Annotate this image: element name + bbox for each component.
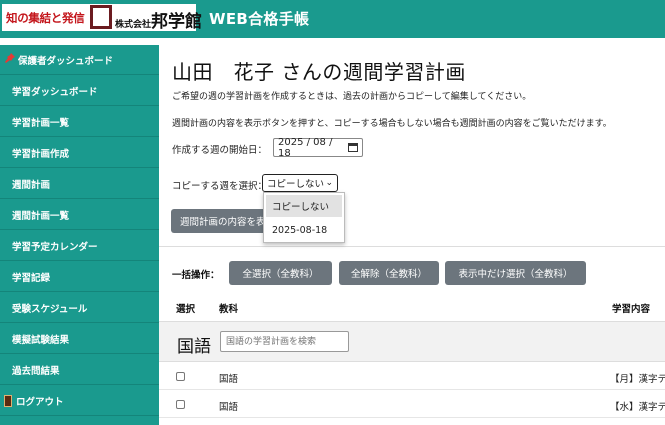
sidebar-item-label: 過去問結果	[12, 365, 60, 377]
sidebar-item-label: 学習計画一覧	[12, 117, 70, 129]
column-header-content: 学習内容	[612, 304, 651, 315]
row-checkbox[interactable]	[176, 400, 185, 409]
column-header-subject: 教科	[219, 304, 239, 315]
row-divider	[159, 417, 665, 418]
sidebar-item-label: 学習計画作成	[12, 148, 70, 160]
top-header: 知の集結と発信 株式会社邦学館 WEB合格手帳	[0, 0, 665, 38]
deselect-all-button[interactable]: 全解除（全教科）	[339, 261, 439, 285]
sidebar-item-plan-list[interactable]: 学習計画一覧	[0, 107, 159, 137]
sidebar-item-past-exam-results[interactable]: 過去問結果	[0, 355, 159, 385]
logo-company: 株式会社邦学館	[115, 7, 202, 32]
show-weekly-plan-label: 週間計画の内容を表示	[180, 217, 276, 228]
door-icon	[4, 394, 12, 407]
start-date-input[interactable]: 2025 / 08 / 18	[273, 136, 363, 159]
copy-week-label: コピーする週を選択：	[172, 181, 268, 192]
sidebar-item-study-record[interactable]: 学習記録	[0, 262, 159, 292]
sidebar-item-weekly-plan[interactable]: 週間計画	[0, 169, 159, 199]
main-content: 山田 花子 さんの週間学習計画 ご希望の週の学習計画を作成するときは、過去の計画…	[159, 38, 665, 425]
start-date-label: 作成する週の開始日：	[172, 145, 268, 156]
select-visible-button[interactable]: 表示中だけ選択（全教科）	[445, 261, 586, 285]
sidebar-item-exam-schedule[interactable]: 受験スケジュール	[0, 293, 159, 323]
app-title: WEB合格手帳	[209, 10, 310, 28]
sidebar-item-weekly-plan-list[interactable]: 週間計画一覧	[0, 200, 159, 230]
dropdown-option-week[interactable]: 2025-08-18	[266, 219, 342, 241]
sidebar-item-label: 週間計画一覧	[12, 210, 70, 222]
sidebar-item-logout[interactable]: ログアウト	[0, 386, 159, 416]
bulk-actions-label: 一括操作：	[172, 270, 220, 281]
sidebar-item-label: 保護者ダッシュボード	[18, 55, 114, 67]
sidebar: 保護者ダッシュボード 学習ダッシュボード 学習計画一覧 学習計画作成 週間計画 …	[0, 45, 159, 425]
description-copy: ご希望の週の学習計画を作成するときは、過去の計画からコピーして編集してください。	[172, 92, 532, 102]
subject-search-input[interactable]	[220, 331, 349, 352]
row-subject: 国語	[219, 374, 239, 385]
sidebar-item-parent-dashboard[interactable]: 保護者ダッシュボード	[0, 45, 159, 75]
dropdown-option-no-copy[interactable]: コピーしない	[266, 195, 342, 217]
select-all-label: 全選択（全教科）	[242, 269, 319, 280]
select-all-button[interactable]: 全選択（全教科）	[229, 261, 332, 285]
row-content: 【水】漢字テ	[610, 402, 665, 413]
sidebar-item-label: 受験スケジュール	[12, 303, 88, 315]
chevron-down-icon: ⌄	[325, 178, 333, 188]
select-visible-label: 表示中だけ選択（全教科）	[458, 269, 573, 280]
row-divider	[159, 389, 665, 390]
row-content: 【月】漢字テ	[610, 374, 665, 385]
copy-week-dropdown: コピーしない 2025-08-18	[263, 192, 345, 243]
company-logo[interactable]: 知の集結と発信 株式会社邦学館	[2, 4, 202, 32]
deselect-all-label: 全解除（全教科）	[350, 269, 427, 280]
logo-slogan: 知の集結と発信	[6, 11, 85, 25]
sidebar-item-label: 模擬試験結果	[12, 334, 70, 346]
sidebar-item-label: 学習予定カレンダー	[12, 241, 98, 253]
page-title: 山田 花子 さんの週間学習計画	[172, 60, 466, 84]
pin-icon	[4, 53, 15, 66]
copy-week-select[interactable]: コピーしない ⌄	[262, 174, 338, 192]
sidebar-item-plan-create[interactable]: 学習計画作成	[0, 138, 159, 168]
sidebar-item-calendar[interactable]: 学習予定カレンダー	[0, 231, 159, 261]
column-header-select: 選択	[176, 304, 196, 315]
sidebar-item-label: ログアウト	[16, 396, 64, 408]
sidebar-item-label: 週間計画	[12, 179, 51, 191]
logo-company-prefix: 株式会社	[115, 20, 152, 30]
sidebar-item-label: 学習記録	[12, 272, 51, 284]
calendar-icon[interactable]	[348, 143, 358, 152]
subject-group-name: 国語	[177, 337, 211, 357]
logo-seal-icon	[90, 5, 112, 29]
logo-company-name: 邦学館	[151, 12, 203, 32]
start-date-value: 2025 / 08 / 18	[278, 136, 333, 159]
row-checkbox[interactable]	[176, 372, 185, 381]
sidebar-item-label: 学習ダッシュボード	[12, 86, 98, 98]
sidebar-item-mock-exam-results[interactable]: 模擬試験結果	[0, 324, 159, 354]
divider	[159, 246, 665, 247]
copy-week-selected: コピーしない	[267, 179, 325, 190]
sidebar-item-study-dashboard[interactable]: 学習ダッシュボード	[0, 76, 159, 106]
row-subject: 国語	[219, 402, 239, 413]
description-show: 週間計画の内容を表示ボタンを押すと、コピーする場合もしない場合も週間計画の内容を…	[172, 119, 612, 129]
